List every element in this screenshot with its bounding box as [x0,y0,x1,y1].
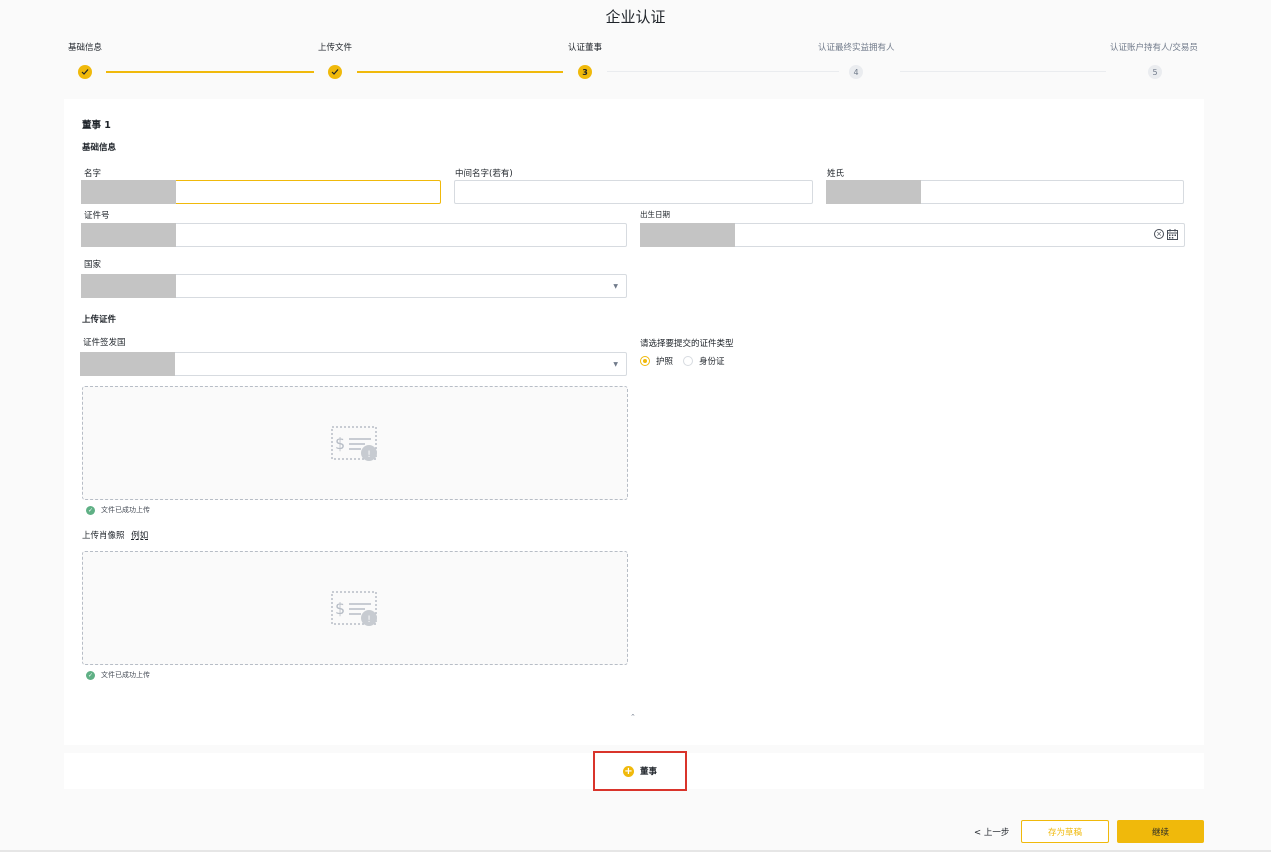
upload-success-row: ✓ 文件已成功上传 [86,505,150,515]
upload-success-text: 文件已成功上传 [101,671,150,679]
issuing-country-select[interactable]: ▼ [80,352,627,376]
portrait-example-link[interactable]: 例如 [131,531,148,541]
redacted-value [826,180,921,204]
country-label: 国家 [84,260,102,270]
redacted-value [80,352,175,376]
doc-type-radio-group: 护照 身份证 [640,355,725,367]
basic-info-title: 基础信息 [82,143,117,153]
id-card-radio-label: 身份证 [699,357,725,367]
document-upload-icon: $ ! [331,426,377,461]
check-circle-icon: ✓ [86,505,95,515]
upload-documents-title: 上传证件 [82,315,117,325]
step-label-verify-ubo: 认证最终实益拥有人 [818,43,895,53]
step-connector-3 [607,71,839,72]
add-director-button[interactable]: + 董事 [593,751,687,791]
director-form-card: 董事 1 基础信息 名字 中间名字(若有) 姓氏 证件号 出生日期 × 国家 ▼ [64,99,1204,745]
step-connector-4 [900,71,1106,72]
step-1-check-icon [78,65,92,79]
check-circle-icon: ✓ [86,670,95,680]
svg-text:$: $ [335,599,345,618]
step-2-check-icon [328,65,342,79]
doc-type-label: 请选择要提交的证件类型 [640,339,734,349]
collapse-icon[interactable]: ⌃ [630,713,636,721]
step-5-number: 5 [1148,65,1162,79]
svg-text:!: ! [367,615,371,625]
document-upload-icon: $ ! [331,591,377,626]
country-select[interactable]: ▼ [81,274,627,298]
last-name-label: 姓氏 [827,169,845,179]
id-number-label: 证件号 [84,211,110,221]
clear-icon[interactable]: × [1154,229,1164,239]
svg-text:!: ! [367,450,371,460]
passport-radio-label: 护照 [656,357,674,367]
step-3-number: 3 [578,65,592,79]
portrait-label-text: 上传肖像照 [82,531,125,541]
step-label-upload-files: 上传文件 [318,43,353,53]
upload-success-row: ✓ 文件已成功上传 [86,670,150,680]
last-name-input[interactable] [826,180,1184,204]
upload-success-text: 文件已成功上传 [101,506,150,514]
portrait-label: 上传肖像照 例如 [82,529,148,541]
progress-stepper: 基础信息 上传文件 认证董事 认证最终实益拥有人 认证账户持有人/交易员 3 4… [0,40,1271,85]
passport-radio[interactable] [640,356,650,366]
step-connector-1 [106,71,314,73]
step-label-verify-account-holders: 认证账户持有人/交易员 [1110,43,1198,53]
chevron-down-icon: ▼ [613,361,618,368]
svg-text:$: $ [335,434,345,453]
birth-date-input[interactable]: × [640,223,1185,247]
first-name-input[interactable] [81,180,441,204]
continue-button[interactable]: 继续 [1117,820,1204,843]
add-director-label: 董事 [639,767,657,777]
step-label-basic-info: 基础信息 [68,43,103,53]
birth-date-label: 出生日期 [640,210,670,219]
plus-circle-icon: + [622,765,634,777]
calendar-icon[interactable] [1167,229,1178,240]
save-draft-button[interactable]: 存为草稿 [1021,820,1109,843]
redacted-value [640,223,735,247]
portrait-upload-dropzone[interactable]: $ ! [82,551,628,665]
first-name-label: 名字 [84,169,102,179]
page-title: 企业认证 [605,8,666,26]
step-connector-2 [357,71,563,73]
step-4-number: 4 [849,65,863,79]
step-label-verify-directors: 认证董事 [568,43,603,53]
redacted-value [81,223,176,247]
id-card-radio[interactable] [683,356,694,366]
back-button[interactable]: < 上一步 [974,826,1009,838]
redacted-value [81,180,176,204]
document-upload-dropzone[interactable]: $ ! [82,386,628,500]
add-director-bar: + 董事 [64,751,1204,791]
id-number-input[interactable] [81,223,627,247]
redacted-value [81,274,176,298]
issuing-country-label: 证件签发国 [83,338,126,348]
middle-name-label: 中间名字(若有) [455,169,513,179]
director-title: 董事 1 [82,120,111,131]
chevron-down-icon: ▼ [613,283,618,290]
middle-name-input[interactable] [454,180,813,204]
